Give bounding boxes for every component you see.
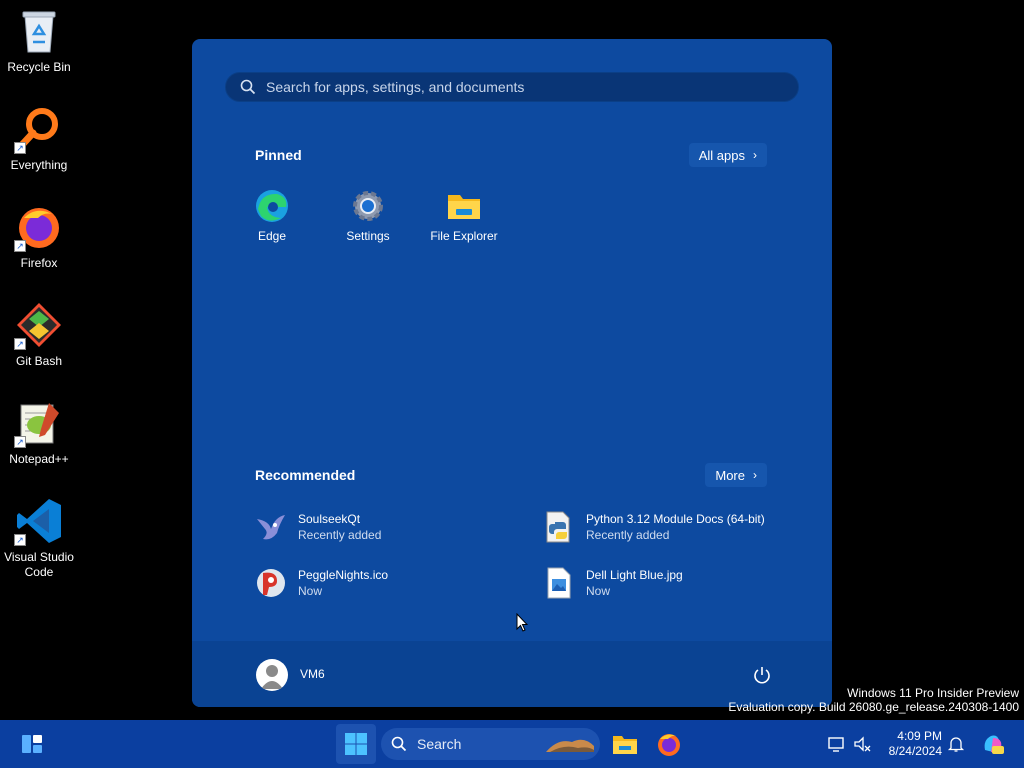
recommended-item-sub: Now bbox=[586, 584, 611, 598]
recommended-item-name: SoulseekQt bbox=[298, 512, 361, 526]
recommended-item-soulseek[interactable]: SoulseekQt Recently added bbox=[254, 510, 381, 544]
pinned-app-label: File Explorer bbox=[430, 229, 498, 243]
desktop-icon-vscode[interactable]: ↗ Visual Studio Code bbox=[0, 496, 78, 580]
user-name[interactable]: VM6 bbox=[300, 667, 325, 681]
desktop-icon-git-bash[interactable]: ↗ Git Bash bbox=[0, 300, 78, 369]
mouse-cursor-icon bbox=[516, 613, 528, 632]
start-button[interactable] bbox=[336, 724, 376, 764]
python-docs-icon bbox=[542, 510, 576, 544]
recommended-item-name: PeggleNights.ico bbox=[298, 568, 389, 582]
recommended-item-sub: Now bbox=[298, 584, 323, 598]
widgets-icon bbox=[22, 735, 42, 753]
folder-icon bbox=[448, 195, 480, 219]
windows-logo-icon bbox=[345, 733, 367, 755]
watermark-line-2: Evaluation copy. Build 26080.ge_release.… bbox=[728, 700, 1019, 714]
taskbar: Search 4:09 PM 8/24/2024 bbox=[0, 720, 1024, 768]
recommended-item-name: Python 3.12 Module Docs (64-bit) bbox=[586, 512, 765, 526]
desktop-icon-label: Everything bbox=[10, 158, 68, 172]
taskbar-search-label: Search bbox=[417, 736, 462, 752]
desktop-icon-label: Visual Studio Code bbox=[4, 550, 74, 579]
search-icon bbox=[391, 736, 407, 752]
start-menu: Search for apps, settings, and documents… bbox=[192, 39, 832, 707]
edge-icon bbox=[256, 190, 288, 222]
network-volume-icon[interactable] bbox=[852, 734, 872, 754]
peggle-icon bbox=[254, 566, 288, 600]
clock-date: 8/24/2024 bbox=[888, 744, 942, 758]
widgets-button[interactable] bbox=[12, 724, 52, 764]
shortcut-arrow-icon: ↗ bbox=[14, 240, 26, 252]
vscode-icon: ↗ bbox=[14, 496, 64, 546]
recommended-item-python-docs[interactable]: Python 3.12 Module Docs (64-bit) Recentl… bbox=[542, 510, 765, 544]
firefox-icon bbox=[658, 734, 680, 756]
firefox-icon: ↗ bbox=[14, 202, 64, 252]
start-search-box[interactable]: Search for apps, settings, and documents bbox=[225, 72, 799, 102]
recycle-bin-icon bbox=[14, 6, 64, 56]
pinned-app-edge[interactable]: Edge bbox=[227, 189, 317, 243]
taskbar-search-box[interactable]: Search bbox=[381, 728, 600, 760]
chevron-right-icon: › bbox=[753, 468, 757, 482]
image-file-icon bbox=[542, 566, 576, 600]
notepad-plus-plus-icon: ↗ bbox=[14, 398, 64, 448]
recommended-item-peggle[interactable]: PeggleNights.ico Now bbox=[254, 566, 388, 600]
desktop-icon-everything[interactable]: ↗ Everything bbox=[0, 104, 78, 173]
display-icon[interactable] bbox=[827, 734, 847, 754]
search-highlight-illustration-icon bbox=[546, 739, 594, 752]
system-clock[interactable]: 4:09 PM 8/24/2024 bbox=[872, 729, 942, 759]
all-apps-button[interactable]: All apps › bbox=[688, 143, 767, 167]
taskbar-file-explorer-button[interactable] bbox=[605, 724, 645, 764]
git-bash-icon: ↗ bbox=[14, 300, 64, 350]
shortcut-arrow-icon: ↗ bbox=[14, 142, 26, 154]
pinned-app-settings[interactable]: Settings bbox=[323, 189, 413, 243]
copilot-pre-icon[interactable] bbox=[981, 732, 1005, 756]
recommended-title: Recommended bbox=[255, 467, 356, 483]
more-label: More bbox=[715, 467, 745, 483]
build-watermark: Windows 11 Pro Insider Preview Evaluatio… bbox=[728, 686, 1019, 714]
recommended-item-name: Dell Light Blue.jpg bbox=[586, 568, 683, 582]
everything-search-icon: ↗ bbox=[14, 104, 64, 154]
recommended-item-dell-light-blue[interactable]: Dell Light Blue.jpg Now bbox=[542, 566, 683, 600]
desktop-icon-recycle-bin[interactable]: Recycle Bin bbox=[0, 6, 78, 75]
desktop-icon-label: Notepad++ bbox=[9, 452, 69, 466]
avatar[interactable] bbox=[256, 659, 288, 691]
clock-time: 4:09 PM bbox=[897, 729, 942, 743]
recommended-item-sub: Recently added bbox=[298, 528, 382, 542]
soulseek-bird-icon bbox=[254, 510, 288, 544]
taskbar-firefox-button[interactable] bbox=[649, 724, 689, 764]
desktop-icon-label: Git Bash bbox=[15, 354, 63, 368]
shortcut-arrow-icon: ↗ bbox=[14, 436, 26, 448]
pinned-app-label: Edge bbox=[257, 229, 287, 243]
pinned-title: Pinned bbox=[255, 147, 302, 163]
search-icon bbox=[240, 79, 256, 95]
desktop-icon-firefox[interactable]: ↗ Firefox bbox=[0, 202, 78, 271]
desktop-icon-label: Firefox bbox=[20, 256, 58, 270]
pinned-app-label: Settings bbox=[346, 229, 390, 243]
desktop-icon-notepad-plus-plus[interactable]: ↗ Notepad++ bbox=[0, 398, 78, 467]
chevron-right-icon: › bbox=[753, 148, 757, 162]
folder-icon bbox=[613, 736, 637, 754]
user-icon bbox=[261, 665, 283, 689]
desktop-icon-label: Recycle Bin bbox=[7, 60, 71, 74]
all-apps-label: All apps bbox=[698, 147, 745, 163]
shortcut-arrow-icon: ↗ bbox=[14, 338, 26, 350]
power-icon[interactable] bbox=[752, 665, 772, 685]
shortcut-arrow-icon: ↗ bbox=[14, 534, 26, 546]
pinned-app-file-explorer[interactable]: File Explorer bbox=[419, 189, 509, 243]
more-button[interactable]: More › bbox=[705, 463, 767, 487]
watermark-line-1: Windows 11 Pro Insider Preview bbox=[847, 686, 1019, 700]
settings-gear-icon bbox=[353, 191, 383, 221]
notification-bell-icon[interactable] bbox=[946, 734, 966, 754]
search-placeholder: Search for apps, settings, and documents bbox=[266, 79, 525, 95]
recommended-item-sub: Recently added bbox=[586, 528, 670, 542]
